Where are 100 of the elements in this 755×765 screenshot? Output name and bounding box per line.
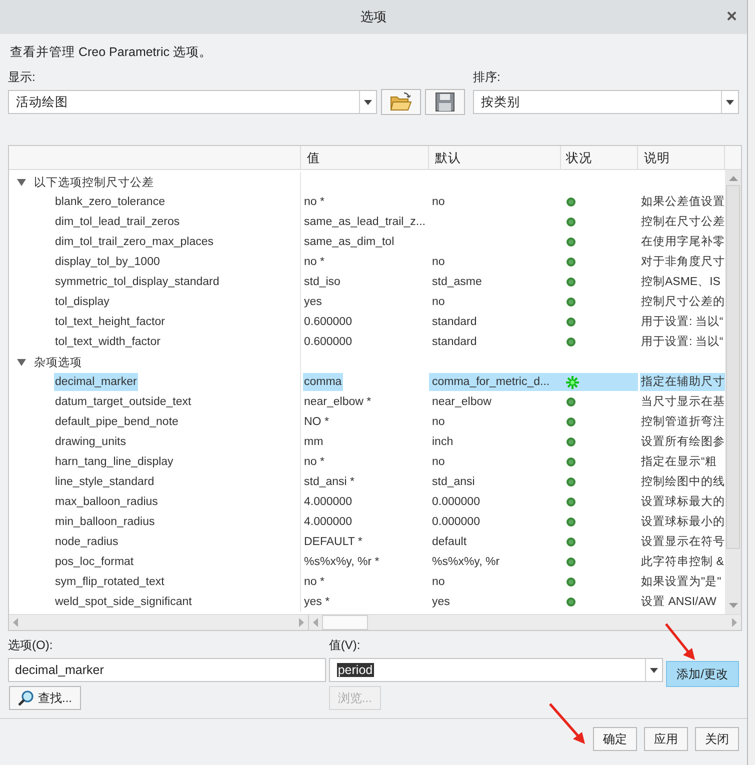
dialog-button[interactable]: 确定 [593, 727, 637, 751]
option-value: no * [303, 575, 326, 590]
default-value: %s%x%y, %r [431, 555, 501, 570]
option-description: 控制绘图中的线 [640, 474, 726, 490]
expanded-caret-icon[interactable] [17, 178, 26, 186]
option-value: DEFAULT * [303, 535, 364, 550]
dropdown-arrow-icon [650, 668, 658, 672]
option-description: 在使用字尾补零 [640, 234, 726, 250]
option-name[interactable]: datum_target_outside_text [54, 393, 192, 411]
default-value: std_ansi [431, 475, 476, 490]
option-name[interactable]: blank_zero_tolerance [54, 193, 166, 211]
option-description: 控制尺寸公差的 [640, 294, 726, 310]
column-header[interactable]: 状况 [561, 146, 638, 169]
default-value: no [431, 455, 446, 470]
default-value: comma_for_metric_d... [431, 375, 551, 390]
option-name[interactable]: pos_loc_format [54, 553, 135, 571]
horizontal-scrollbar[interactable] [309, 615, 741, 630]
option-name[interactable]: tol_text_width_factor [54, 333, 162, 351]
option-name[interactable]: decimal_marker [54, 373, 138, 391]
scroll-right-icon[interactable] [732, 618, 737, 627]
option-description: 指定在辅助尺寸 [640, 373, 726, 391]
column-header[interactable]: 值 [301, 146, 429, 169]
group-label[interactable]: 以下选项控制尺寸公差 [34, 174, 154, 190]
value-dropdown-field[interactable]: period [328, 658, 663, 682]
open-button[interactable] [381, 89, 421, 115]
option-value: 0.600000 [303, 315, 353, 330]
option-name[interactable]: drawing_units [54, 433, 127, 451]
dialog-button[interactable]: 应用 [644, 727, 688, 751]
dialog-button[interactable]: 关闭 [695, 727, 739, 751]
scroll-up-icon[interactable] [728, 176, 738, 181]
option-name[interactable]: weld_spot_side_significant [54, 593, 193, 611]
option-description: 设置所有绘图参 [640, 434, 726, 450]
show-label: 显示: [8, 69, 36, 86]
option-value: no * [303, 455, 326, 470]
default-value: std_asme [431, 275, 483, 290]
expanded-caret-icon[interactable] [17, 358, 26, 366]
option-description: 如果公差值设置 [640, 194, 726, 210]
intro-text: 查看并管理 Creo Parametric 选项。 [10, 44, 213, 61]
scrollbar-thumb[interactable] [322, 615, 368, 630]
option-name[interactable]: dim_tol_lead_trail_zeros [54, 213, 181, 231]
default-value: inch [431, 435, 454, 450]
default-value: 0.000000 [431, 495, 481, 510]
scroll-left-icon[interactable] [13, 618, 18, 627]
option-value: no * [303, 255, 326, 270]
column-header[interactable]: 默认 [429, 146, 561, 169]
option-description: 设置球标最小的 [640, 514, 726, 530]
close-button[interactable]: × [722, 6, 741, 27]
vertical-scrollbar[interactable] [725, 170, 741, 614]
default-value: no [431, 255, 446, 270]
option-name[interactable]: max_balloon_radius [54, 493, 159, 511]
save-button[interactable] [425, 89, 465, 115]
option-name[interactable]: dim_tol_trail_zero_max_places [54, 233, 215, 251]
default-value: no [431, 415, 446, 430]
option-value: yes * [303, 595, 331, 610]
scroll-left-icon[interactable] [313, 618, 318, 627]
scrollbar-thumb[interactable] [726, 185, 740, 549]
option-name[interactable]: tol_text_height_factor [54, 313, 166, 331]
option-name[interactable]: display_tol_by_1000 [54, 253, 161, 271]
option-name[interactable]: line_style_standard [54, 473, 156, 491]
option-name[interactable]: node_radius [54, 533, 120, 551]
default-value: no [431, 295, 446, 310]
option-value: 4.000000 [303, 515, 353, 530]
option-label: 选项(O): [8, 637, 54, 654]
sort-label: 排序: [473, 69, 502, 86]
dropdown-arrow-icon [726, 100, 734, 104]
dropdown-arrow-icon [364, 100, 372, 104]
option-value: std_ansi * [303, 475, 356, 490]
option-name[interactable]: symmetric_tol_display_standard [54, 273, 220, 291]
default-value: default [431, 535, 468, 550]
option-value: comma [303, 373, 343, 391]
option-input-field[interactable]: decimal_marker [8, 658, 326, 682]
option-description: 控制在尺寸公差 [640, 214, 726, 230]
default-value: yes [431, 595, 451, 610]
column-header[interactable]: 说明 [638, 146, 725, 169]
find-button[interactable]: 查找... [9, 686, 82, 710]
option-name[interactable]: tol_display [54, 293, 110, 311]
option-description: 如果设置为"是" [640, 574, 722, 590]
option-description: 用于设置: 当以“ [640, 334, 724, 350]
option-description: 控制ASME、IS [640, 274, 722, 290]
option-name[interactable]: min_balloon_radius [54, 513, 156, 531]
option-value: near_elbow * [303, 395, 372, 410]
annotation-arrow-icon [548, 702, 588, 746]
option-description: 设置球标最大的 [640, 494, 726, 510]
scroll-down-icon[interactable] [728, 603, 738, 608]
show-dropdown[interactable]: 活动绘图 [8, 90, 377, 114]
option-description: 控制管道折弯注 [640, 414, 726, 430]
search-icon [18, 690, 34, 706]
horizontal-scrollbar[interactable] [9, 615, 309, 630]
add-change-button[interactable]: 添加/更改 [666, 661, 739, 687]
group-label[interactable]: 杂项选项 [34, 354, 82, 370]
default-value: near_elbow [431, 395, 492, 410]
option-description: 设置 ANSI/AW [640, 594, 718, 610]
sort-dropdown[interactable]: 按类别 [473, 90, 739, 114]
option-name[interactable]: default_pipe_bend_note [54, 413, 180, 431]
option-name[interactable]: harn_tang_line_display [54, 453, 174, 471]
option-name[interactable]: sym_flip_rotated_text [54, 573, 166, 591]
option-description: 当尺寸显示在基 [640, 394, 726, 410]
default-value: no [431, 195, 446, 210]
scroll-right-icon[interactable] [299, 618, 304, 627]
option-value: no * [303, 195, 326, 210]
